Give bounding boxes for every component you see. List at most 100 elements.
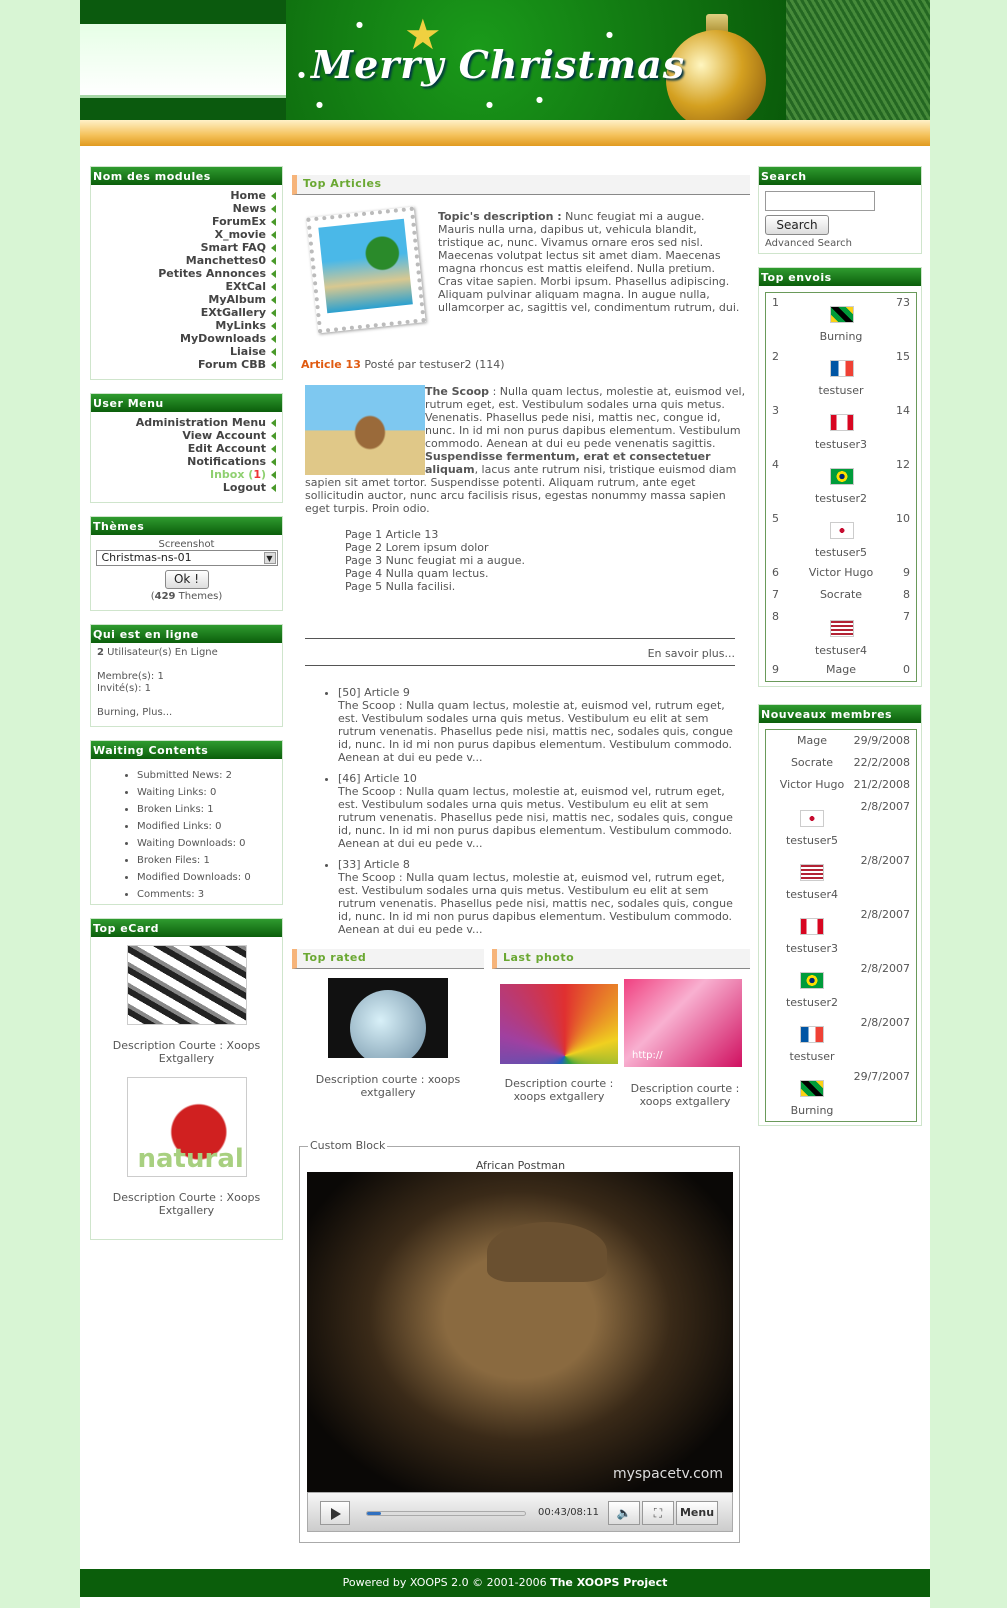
user-menu-view-account[interactable]: View Account — [91, 429, 276, 442]
table-row[interactable]: testuser 2/8/2007 — [772, 1016, 910, 1066]
fullscreen-button[interactable]: ⛶ — [642, 1501, 674, 1525]
module-link-extcal[interactable]: EXtCal — [91, 280, 276, 293]
moon-image[interactable] — [328, 978, 448, 1058]
video-player[interactable]: myspacetv.com — [307, 1172, 733, 1492]
module-link-mydownloads[interactable]: MyDownloads — [91, 332, 276, 345]
divider — [305, 638, 735, 639]
table-row[interactable]: 9 Mage 0 — [772, 663, 910, 681]
themes-screenshot-label: Screenshot — [158, 539, 215, 550]
table-row[interactable]: 5 10 testuser5 — [772, 512, 910, 562]
advanced-search-link[interactable]: Advanced Search — [765, 238, 852, 249]
table-row[interactable]: testuser3 2/8/2007 — [772, 908, 910, 958]
pink-photo-image[interactable]: http:// — [624, 979, 742, 1067]
module-link-mylinks[interactable]: MyLinks — [91, 319, 276, 332]
table-row[interactable]: 8 7 testuser4 — [772, 610, 910, 660]
module-link-myalbum[interactable]: MyAlbum — [91, 293, 276, 306]
count: 7 — [903, 610, 910, 623]
user-menu-notifications[interactable]: Notifications — [91, 455, 276, 468]
list-item-title[interactable]: [50] Article 9 — [338, 686, 748, 699]
table-row[interactable]: Mage 29/9/2008 — [772, 734, 910, 752]
volume-button[interactable]: 🔈 — [608, 1501, 640, 1525]
play-button[interactable] — [320, 1501, 350, 1525]
waiting-item[interactable]: Waiting Links: 0 — [137, 784, 282, 801]
top-envois-table: 1 73 Burning 2 15 testuser 3 14 testuser3 4 12 t… — [765, 292, 917, 682]
themes-select[interactable]: Christmas-ns-01 ▼ — [95, 550, 278, 566]
user-menu-edit-account[interactable]: Edit Account — [91, 442, 276, 455]
page-link[interactable]: Page 2 Lorem ipsum dolor — [345, 541, 705, 554]
logo-panel[interactable] — [80, 24, 286, 98]
footer-project-link[interactable]: The XOOPS Project — [550, 1576, 667, 1589]
module-link-forumex[interactable]: ForumEx — [91, 215, 276, 228]
member-name: testuser2 — [785, 996, 839, 1009]
list-item-title[interactable]: [33] Article 8 — [338, 858, 748, 871]
table-row[interactable]: 1 73 Burning — [772, 296, 910, 346]
user-menu-inbox[interactable]: Inbox (1) — [91, 468, 276, 481]
page-link[interactable]: Page 1 Article 13 — [345, 528, 705, 541]
ecard-title: Top eCard — [91, 919, 282, 937]
user-menu-admin[interactable]: Administration Menu — [91, 416, 276, 429]
module-link-xmovie[interactable]: X_movie — [91, 228, 276, 241]
ecard-image-slides[interactable] — [126, 945, 247, 1025]
modules-block: Nom des modules Home News ForumEx X_movi… — [90, 166, 283, 380]
count: 12 — [896, 458, 910, 471]
module-link-annonces[interactable]: Petites Annonces — [91, 267, 276, 280]
online-names[interactable]: Burning, Plus... — [97, 707, 276, 719]
waiting-item[interactable]: Comments: 3 — [137, 886, 282, 903]
topic-image-stamp[interactable] — [306, 206, 426, 334]
waiting-item[interactable]: Modified Links: 0 — [137, 818, 282, 835]
table-row[interactable]: testuser5 2/8/2007 — [772, 800, 910, 850]
rank: 8 — [772, 610, 779, 623]
module-link-forumcbb[interactable]: Forum CBB — [91, 358, 276, 371]
module-link-extgallery[interactable]: EXtGallery — [91, 306, 276, 319]
list-item-title[interactable]: [46] Article 10 — [338, 772, 748, 785]
table-row[interactable]: testuser4 2/8/2007 — [772, 854, 910, 904]
umbrella-image[interactable] — [500, 984, 618, 1064]
table-row[interactable]: Burning 29/7/2007 — [772, 1070, 910, 1120]
article-title-link[interactable]: Article 13 — [301, 358, 361, 371]
module-link-manchettes[interactable]: Manchettes0 — [91, 254, 276, 267]
waiting-item[interactable]: Modified Downloads: 0 — [137, 869, 282, 886]
ecard-block: Top eCard Description Courte : Xoops Ext… — [90, 918, 283, 1240]
list-item: [33] Article 8The Scoop : Nulla quam lec… — [338, 858, 748, 936]
user-name: testuser2 — [814, 492, 868, 505]
search-input[interactable] — [765, 191, 875, 211]
module-link-smartfaq[interactable]: Smart FAQ — [91, 241, 276, 254]
module-link-news[interactable]: News — [91, 202, 276, 215]
module-link-liaise[interactable]: Liaise — [91, 345, 276, 358]
read-more-link[interactable]: En savoir plus... — [305, 647, 735, 660]
table-row[interactable]: 3 14 testuser3 — [772, 404, 910, 454]
themes-ok-button[interactable]: Ok ! — [164, 570, 209, 589]
table-row[interactable]: 7 Socrate 8 — [772, 588, 910, 608]
waiting-item[interactable]: Broken Links: 1 — [137, 801, 282, 818]
inbox-count: 1 — [253, 468, 261, 481]
search-button[interactable]: Search — [765, 215, 829, 235]
table-row[interactable]: Socrate 22/2/2008 — [772, 756, 910, 774]
user-menu-logout[interactable]: Logout — [91, 481, 276, 494]
volume-icon: 🔈 — [616, 1506, 632, 1520]
table-row[interactable]: 4 12 testuser2 — [772, 458, 910, 508]
page-links: Page 1 Article 13 Page 2 Lorem ipsum dol… — [345, 528, 705, 593]
table-row[interactable]: testuser2 2/8/2007 — [772, 962, 910, 1012]
ecard-image-apple[interactable]: natural — [126, 1077, 247, 1177]
member-date: 29/7/2007 — [853, 1070, 910, 1083]
table-row[interactable]: 2 15 testuser — [772, 350, 910, 400]
page-link[interactable]: Page 4 Nulla quam lectus. — [345, 567, 705, 580]
table-row[interactable]: Victor Hugo 21/2/2008 — [772, 778, 910, 796]
topic-description: Topic's description : Nunc feugiat mi a … — [438, 210, 740, 352]
user-name: Victor Hugo — [808, 566, 874, 579]
waiting-item[interactable]: Waiting Downloads: 0 — [137, 835, 282, 852]
waiting-item[interactable]: Broken Files: 1 — [137, 852, 282, 869]
canada-flag-icon — [830, 414, 854, 431]
menu-button[interactable]: Menu — [676, 1501, 718, 1525]
waiting-item[interactable]: Submitted News: 2 — [137, 767, 282, 784]
member-date: 2/8/2007 — [860, 908, 910, 921]
table-row[interactable]: 6 Victor Hugo 9 — [772, 566, 910, 586]
posted-by: Posté par testuser2 (114) — [364, 358, 505, 371]
member-date: 29/9/2008 — [853, 734, 910, 747]
article-list: [50] Article 9The Scoop : Nulla quam lec… — [338, 686, 748, 936]
module-link-home[interactable]: Home — [91, 189, 276, 202]
page-link[interactable]: Page 3 Nunc feugiat mi a augue. — [345, 554, 705, 567]
page-link[interactable]: Page 5 Nulla facilisi. — [345, 580, 705, 593]
list-item: [46] Article 10The Scoop : Nulla quam le… — [338, 772, 748, 850]
progress-track[interactable] — [366, 1511, 526, 1516]
